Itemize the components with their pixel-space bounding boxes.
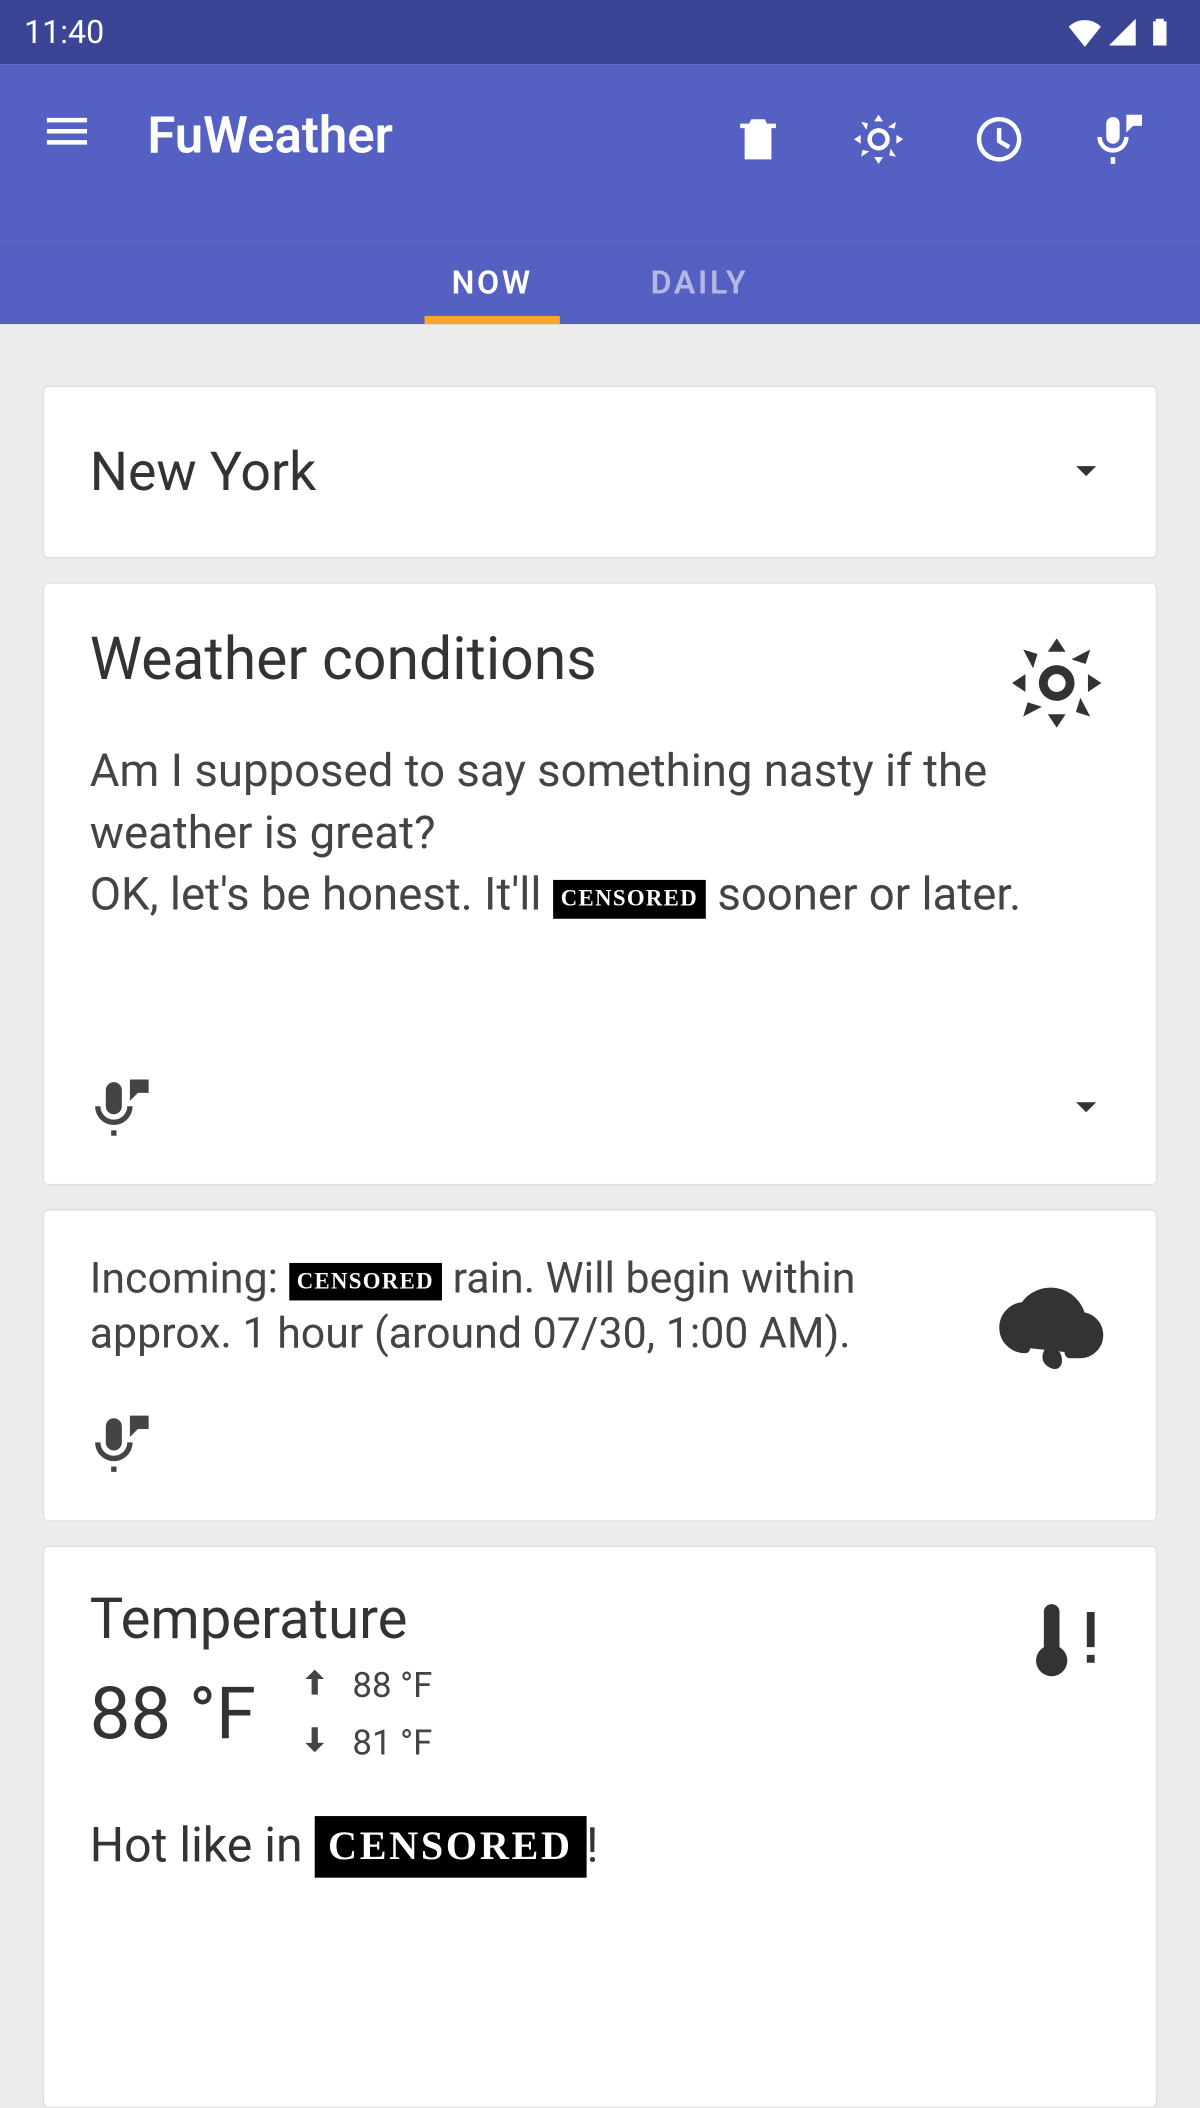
expand-conditions-button[interactable] [1062,1082,1110,1136]
history-button[interactable] [972,113,1026,172]
mic-speech-icon [90,1410,154,1474]
status-bar: 11:40 [0,0,1200,64]
delete-button[interactable] [731,113,785,172]
wifi-icon [1069,16,1101,48]
signal-icon [1106,16,1138,48]
sunny-icon [1003,629,1110,742]
menu-button[interactable] [27,104,107,163]
rain-cloud-icon [990,1272,1111,1398]
mic-speech-icon [1093,113,1147,167]
hamburger-icon [40,104,94,163]
temperature-current: 88 °F [90,1673,256,1757]
rain-prefix: Incoming: [90,1252,289,1303]
temp-comment-b: ! [586,1817,598,1873]
app-actions [731,104,1173,171]
temperature-low: 81 °F [352,1724,432,1764]
rain-text: Incoming: CENSORED rain. Will begin with… [90,1250,1111,1361]
conditions-title: Weather conditions [90,624,1111,694]
temperature-comment: Hot like in CENSORED! [90,1816,1111,1878]
temperature-range: 88 °F 81 °F [296,1663,432,1767]
conditions-line2a: OK, let's be honest. It'll [90,868,553,922]
conditions-line1: Am I supposed to say something nasty if … [90,745,988,860]
tabs: NOW DAILY [0,241,1200,324]
tab-daily[interactable]: DAILY [624,241,775,324]
censored-label: CENSORED [315,1816,586,1878]
location-card[interactable]: New York [43,386,1157,559]
brightness-icon [852,113,906,167]
chevron-down-icon [1062,1082,1110,1130]
censored-label: CENSORED [553,880,706,919]
app-title: FuWeather [107,104,731,166]
clock-icon [972,113,1026,167]
temperature-title: Temperature [90,1587,1111,1653]
temperature-high: 88 °F [352,1667,432,1707]
app-bar: FuWeather [0,64,1200,241]
brightness-toggle-button[interactable] [852,113,906,172]
arrow-up-icon [296,1663,334,1710]
conditions-line2b: sooner or later. [706,868,1021,922]
speak-rain-button[interactable] [90,1410,154,1480]
voice-button[interactable] [1093,113,1147,172]
chevron-down-icon [1062,445,1110,499]
conditions-text: Am I supposed to say something nasty if … [90,742,1111,926]
temp-comment-a: Hot like in [90,1817,315,1873]
status-time: 11:40 [24,13,104,51]
battery-icon [1144,16,1176,48]
speak-conditions-button[interactable] [90,1074,154,1144]
mic-speech-icon [90,1074,154,1138]
thermometer-alert-icon [1017,1592,1111,1691]
conditions-card: Weather conditions Am I supposed to say … [43,583,1157,1185]
status-icons [1069,16,1176,48]
temperature-card: Temperature 88 °F 88 °F 81 °F Hot like i… [43,1545,1157,2108]
rain-card: Incoming: CENSORED rain. Will begin with… [43,1209,1157,1521]
location-name: New York [90,441,317,504]
arrow-down-icon [296,1721,334,1768]
tab-now[interactable]: NOW [425,241,560,324]
censored-label: CENSORED [289,1263,442,1301]
trash-icon [731,113,785,167]
content: New York Weather conditions Am I suppose… [0,324,1200,2108]
